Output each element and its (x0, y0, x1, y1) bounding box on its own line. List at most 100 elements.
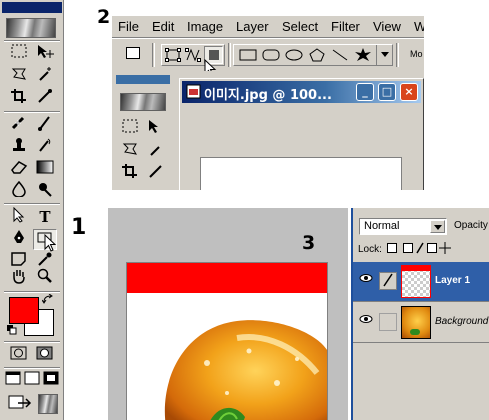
blend-mode-dropdown-button[interactable] (430, 220, 445, 233)
lock-transparency-icon[interactable] (387, 243, 397, 253)
layer-brush-icon[interactable] (379, 272, 397, 290)
shape-type-group (233, 44, 393, 66)
blur-drop-icon (12, 180, 26, 198)
blur-tool-button[interactable] (7, 180, 31, 202)
tool-preset-icon[interactable] (126, 47, 140, 59)
rectangle-shape-icon[interactable] (238, 48, 258, 62)
stamp-tool-button[interactable] (7, 137, 31, 158)
gradient-tool-button[interactable] (33, 159, 57, 180)
photoshop-logo[interactable] (6, 18, 56, 38)
menu-layer[interactable]: Layer (236, 19, 269, 34)
crop-tool-button[interactable] (118, 163, 142, 184)
workspace-area: 이미지.jpg @ 100... _ □ × (174, 71, 424, 190)
menu-file[interactable]: File (118, 19, 139, 34)
imageready-logo (38, 394, 58, 414)
brush-tool-button[interactable] (33, 115, 57, 136)
rounded-rectangle-icon[interactable] (261, 48, 281, 62)
slice-tool-button[interactable] (33, 88, 57, 109)
lasso-tool-button[interactable] (118, 141, 142, 162)
lock-position-checkbox[interactable] (427, 243, 437, 253)
foreground-color-swatch[interactable] (9, 297, 39, 324)
screen-mode-full-menu-button[interactable] (22, 371, 41, 392)
visibility-eye-icon[interactable] (357, 272, 375, 290)
magic-wand-tool-button[interactable] (144, 141, 168, 162)
menu-select[interactable]: Select (282, 19, 318, 34)
move-tool-button[interactable] (33, 44, 57, 65)
options-divider (152, 43, 155, 67)
move-tool-button[interactable] (144, 119, 168, 140)
document-titlebar[interactable]: 이미지.jpg @ 100... _ □ × (182, 81, 421, 103)
blend-mode-select[interactable]: Normal (359, 218, 447, 235)
document-canvas-preview[interactable] (200, 157, 402, 190)
path-selection-tool-button[interactable] (7, 206, 31, 228)
dodge-tool-button[interactable] (33, 181, 57, 202)
dodge-icon (39, 183, 52, 197)
screen-mode-standard-button[interactable] (3, 371, 22, 392)
magic-wand-tool-button[interactable] (33, 66, 57, 87)
tool-palette-preview (112, 71, 174, 190)
chevron-down-icon (381, 52, 389, 57)
type-tool-button[interactable]: T (33, 207, 57, 228)
custom-shape-icon[interactable] (353, 48, 373, 62)
shape-dropdown-arrow[interactable] (376, 45, 392, 65)
slice-icon (149, 165, 162, 178)
pen-tool-button[interactable] (7, 229, 31, 250)
marquee-tool-button[interactable] (7, 44, 31, 65)
quick-mask-mode-button[interactable] (33, 345, 57, 366)
lasso-tool-button[interactable] (7, 66, 31, 87)
menu-window[interactable]: W (414, 19, 424, 34)
palette-divider (4, 341, 60, 343)
crop-tool-button[interactable] (7, 88, 31, 109)
shape-layers-icon[interactable] (165, 48, 181, 62)
hand-tool-button[interactable] (7, 268, 31, 289)
document-icon (186, 84, 201, 99)
stamp-icon (13, 138, 25, 151)
minimize-button[interactable]: _ (356, 83, 374, 101)
swap-colors-icon[interactable] (42, 294, 54, 306)
maximize-button[interactable]: □ (378, 83, 396, 101)
layer-link-cell[interactable] (379, 313, 397, 331)
visibility-eye-icon[interactable] (357, 313, 375, 331)
ellipse-icon[interactable] (284, 48, 304, 62)
polygon-icon[interactable] (307, 48, 327, 62)
background-thumbnail (401, 306, 431, 339)
tool-palette-titlebar[interactable] (2, 2, 62, 13)
crop-icon (122, 164, 137, 178)
screen-mode-full-button[interactable] (41, 371, 60, 392)
line-icon[interactable] (330, 48, 350, 62)
slice-tool-button[interactable] (144, 163, 168, 184)
move-icon (38, 45, 54, 58)
lock-position-icon (439, 242, 451, 254)
crop-icon (11, 89, 26, 103)
menu-image[interactable]: Image (187, 19, 223, 34)
layer-1-thumbnail (401, 265, 431, 298)
standard-mode-icon (10, 346, 27, 360)
chevron-down-icon (434, 225, 442, 230)
standard-mode-button[interactable] (7, 345, 31, 366)
menu-filter[interactable]: Filter (331, 19, 360, 34)
layer-row-layer-1[interactable]: Layer 1 (353, 262, 489, 302)
layer-row-background[interactable]: Background (353, 303, 489, 343)
magic-wand-icon (39, 67, 51, 81)
history-brush-tool-button[interactable] (33, 137, 57, 158)
document-window: 이미지.jpg @ 100... _ □ × (179, 78, 424, 190)
close-button[interactable]: × (400, 83, 418, 101)
lock-image-checkbox[interactable] (403, 243, 413, 253)
menu-view[interactable]: View (373, 19, 401, 34)
lasso-icon (11, 68, 26, 80)
default-colors-icon[interactable] (7, 325, 17, 335)
marquee-tool-button[interactable] (118, 119, 142, 140)
tool-palette: T (0, 0, 64, 420)
jump-to-imageready-button[interactable] (7, 394, 35, 415)
opacity-label: Opacity (454, 220, 488, 231)
document-canvas[interactable] (126, 262, 328, 420)
eraser-tool-button[interactable] (7, 159, 31, 180)
zoom-tool-button[interactable] (33, 268, 57, 289)
options-bar: Mo (112, 39, 424, 71)
healing-brush-tool-button[interactable] (7, 115, 31, 136)
palette-divider (4, 203, 60, 205)
history-brush-icon (39, 138, 51, 152)
paths-icon[interactable] (185, 48, 201, 62)
options-overflow-label: Mo (410, 49, 423, 59)
menu-edit[interactable]: Edit (152, 19, 174, 34)
